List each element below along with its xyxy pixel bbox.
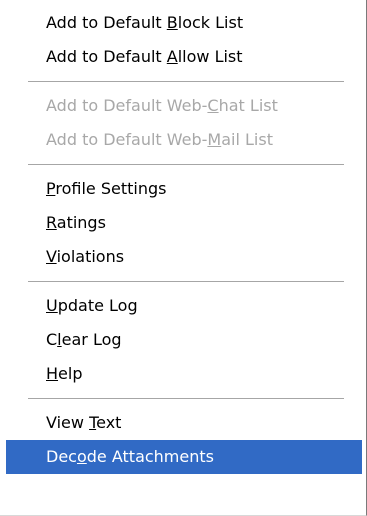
menu-item-text: atings xyxy=(56,213,106,232)
menu-item-text: View xyxy=(46,413,90,432)
menu-item-accelerator: V xyxy=(46,247,57,266)
menu-item-accelerator: M xyxy=(207,130,222,149)
menu-item-accelerator: C xyxy=(207,96,219,115)
menu-item-update-log[interactable]: Update Log xyxy=(6,289,362,323)
menu-item-accelerator: B xyxy=(166,13,178,32)
menu-item-text: C xyxy=(46,330,58,349)
menu-separator xyxy=(28,81,344,82)
menu-item-add-default-web-chat-list: Add to Default Web-Chat List xyxy=(6,89,362,123)
menu-item-profile-settings[interactable]: Profile Settings xyxy=(6,172,362,206)
menu-separator xyxy=(28,281,344,282)
menu-item-accelerator: P xyxy=(46,179,56,198)
menu-item-add-default-allow-list[interactable]: Add to Default Allow List xyxy=(6,40,362,74)
menu-item-text: Add to Default Web- xyxy=(46,130,208,149)
menu-separator xyxy=(28,398,344,399)
menu-item-help[interactable]: Help xyxy=(6,357,362,391)
menu-item-text: de Attachments xyxy=(86,447,214,466)
menu-item-add-default-block-list[interactable]: Add to Default Block List xyxy=(6,6,362,40)
menu-item-violations[interactable]: Violations xyxy=(6,240,362,274)
menu-item-text: Add to Default xyxy=(46,13,167,32)
menu-item-add-default-web-mail-list: Add to Default Web-Mail List xyxy=(6,123,362,157)
menu-separator xyxy=(28,164,344,165)
menu-item-accelerator: R xyxy=(46,213,57,232)
menu-item-text: ext xyxy=(96,413,122,432)
menu-item-view-text[interactable]: View Text xyxy=(6,406,362,440)
menu-item-accelerator: A xyxy=(166,47,178,66)
menu-item-text: iolations xyxy=(56,247,125,266)
menu-item-text: ail List xyxy=(221,130,273,149)
menu-item-text: pdate Log xyxy=(57,296,138,315)
menu-item-text: ear Log xyxy=(61,330,122,349)
menu-item-clear-log[interactable]: Clear Log xyxy=(6,323,362,357)
menu-item-decode-attachments[interactable]: Decode Attachments xyxy=(6,440,362,474)
menu-item-text: Add to Default xyxy=(46,47,167,66)
menu-item-text: lock List xyxy=(177,13,244,32)
context-menu: Add to Default Block List Add to Default… xyxy=(0,0,367,516)
menu-item-ratings[interactable]: Ratings xyxy=(6,206,362,240)
menu-item-text: Add to Default Web- xyxy=(46,96,208,115)
menu-item-text: llow List xyxy=(177,47,243,66)
menu-item-text: elp xyxy=(58,364,83,383)
menu-item-accelerator: H xyxy=(46,364,59,383)
menu-item-text: Dec xyxy=(46,447,77,466)
menu-item-accelerator: U xyxy=(46,296,58,315)
menu-item-accelerator: o xyxy=(76,447,87,466)
menu-item-text: rofile Settings xyxy=(55,179,167,198)
menu-item-text: hat List xyxy=(218,96,278,115)
